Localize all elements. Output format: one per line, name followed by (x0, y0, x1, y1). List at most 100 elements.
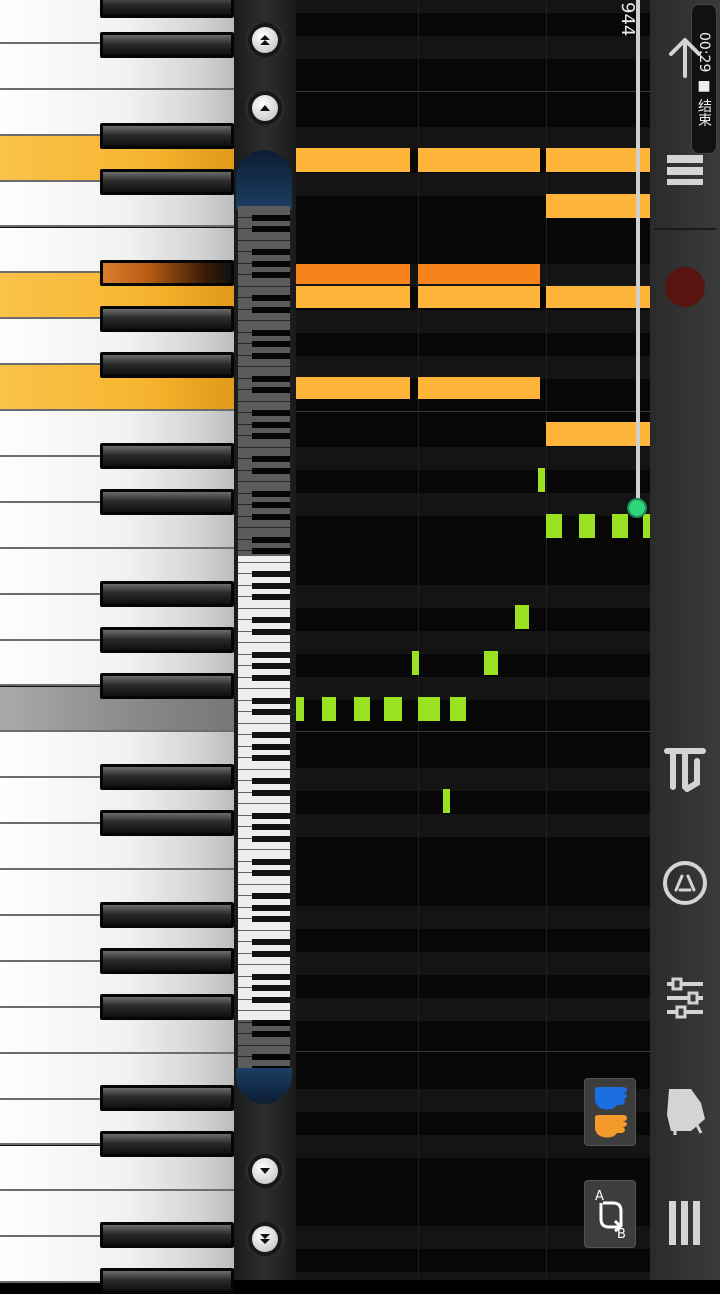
black-key[interactable] (100, 260, 234, 286)
note-block (484, 651, 498, 675)
octave-line (296, 411, 650, 412)
note-block (546, 148, 650, 172)
black-key[interactable] (100, 352, 234, 378)
scroll-up-button[interactable] (245, 88, 285, 128)
ab-loop-button[interactable]: A B (584, 1180, 636, 1248)
black-key[interactable] (100, 1222, 234, 1248)
black-key[interactable] (100, 948, 234, 974)
record-button[interactable] (660, 262, 710, 312)
note-block (443, 789, 450, 813)
record-dot-icon (665, 267, 705, 307)
note-block (546, 514, 562, 538)
double-chevron-up-icon (252, 27, 278, 53)
note-block (418, 377, 540, 399)
black-key[interactable] (100, 0, 234, 18)
black-key-lane (296, 447, 650, 470)
menu-button[interactable] (660, 1195, 710, 1251)
note-block (296, 264, 410, 284)
note-block (546, 286, 650, 308)
black-key-lane (296, 677, 650, 700)
minimap-white-key (238, 954, 290, 965)
black-key-lane (296, 585, 650, 608)
note-block (384, 697, 402, 721)
playback-mode-button[interactable] (660, 740, 710, 796)
black-key[interactable] (100, 32, 234, 58)
pause-icon (667, 155, 703, 185)
black-key-lane (296, 310, 650, 333)
black-key-lane (296, 36, 650, 59)
scroll-fast-up-button[interactable] (245, 20, 285, 60)
black-key-lane (296, 952, 650, 975)
black-key[interactable] (100, 764, 234, 790)
minimap-white-key (238, 632, 290, 643)
minimap-shade-top (238, 206, 290, 556)
playhead-line[interactable] (636, 0, 640, 508)
black-key[interactable] (100, 1268, 234, 1294)
black-key[interactable] (100, 673, 234, 699)
right-hand-icon (595, 1115, 627, 1138)
note-block (296, 697, 304, 721)
scroll-down-button[interactable] (245, 1151, 285, 1191)
pause-button[interactable] (660, 150, 710, 190)
note-block (450, 697, 466, 721)
black-key[interactable] (100, 1085, 234, 1111)
minimap-white-key (238, 678, 290, 689)
minimap-top-cap (236, 150, 292, 210)
menu-icon (669, 1201, 700, 1245)
minimap-white-key (238, 919, 290, 931)
note-block (418, 264, 540, 284)
mixer-button[interactable] (660, 970, 710, 1026)
minimap-white-key (238, 793, 290, 804)
note-block (412, 651, 419, 675)
black-key[interactable] (100, 443, 234, 469)
black-key[interactable] (100, 581, 234, 607)
note-block (612, 514, 628, 538)
black-key-lane (296, 768, 650, 791)
double-chevron-down-icon (252, 1226, 278, 1252)
panel-divider (654, 228, 716, 230)
black-key-lane (296, 0, 650, 13)
black-key-lane (296, 356, 650, 379)
piano-keyboard[interactable] (0, 0, 234, 1294)
black-key-lane (296, 631, 650, 654)
black-key[interactable] (100, 169, 234, 195)
chevron-down-icon (252, 1158, 278, 1184)
black-key[interactable] (100, 1131, 234, 1157)
black-key[interactable] (100, 902, 234, 928)
note-block (418, 697, 440, 721)
black-key[interactable] (100, 994, 234, 1020)
back-arrow-icon (669, 38, 701, 78)
playhead-handle[interactable] (627, 498, 647, 518)
grand-piano-icon (667, 1089, 705, 1135)
scroll-fast-down-button[interactable] (245, 1219, 285, 1259)
black-key[interactable] (100, 627, 234, 653)
black-key-lane (296, 906, 650, 929)
minimap-white-key (238, 1000, 290, 1011)
black-key[interactable] (100, 306, 234, 332)
octave-line (296, 91, 650, 92)
note-block (322, 697, 336, 721)
black-key[interactable] (100, 489, 234, 515)
note-block (515, 605, 529, 629)
black-key[interactable] (100, 123, 234, 149)
back-button[interactable] (660, 30, 710, 86)
loop-arrows-icon (599, 1201, 623, 1233)
note-block (354, 697, 370, 721)
black-key[interactable] (100, 810, 234, 836)
note-block (579, 514, 595, 538)
note-block (546, 194, 650, 218)
instrument-button[interactable] (660, 1080, 710, 1140)
hands-selector-button[interactable] (584, 1078, 636, 1146)
playback-mode-icon (664, 748, 706, 792)
minimap-white-key (238, 873, 290, 885)
note-block (296, 286, 410, 308)
metronome-button[interactable] (660, 855, 710, 911)
measure-line (418, 0, 419, 1280)
minimap-shade-bottom (238, 1020, 290, 1070)
black-key-lane (296, 1272, 650, 1280)
minimap-white-key (238, 839, 290, 850)
note-block (538, 468, 545, 492)
note-block (296, 377, 410, 399)
measure-line (546, 0, 547, 1280)
minimap-white-key (238, 712, 290, 724)
